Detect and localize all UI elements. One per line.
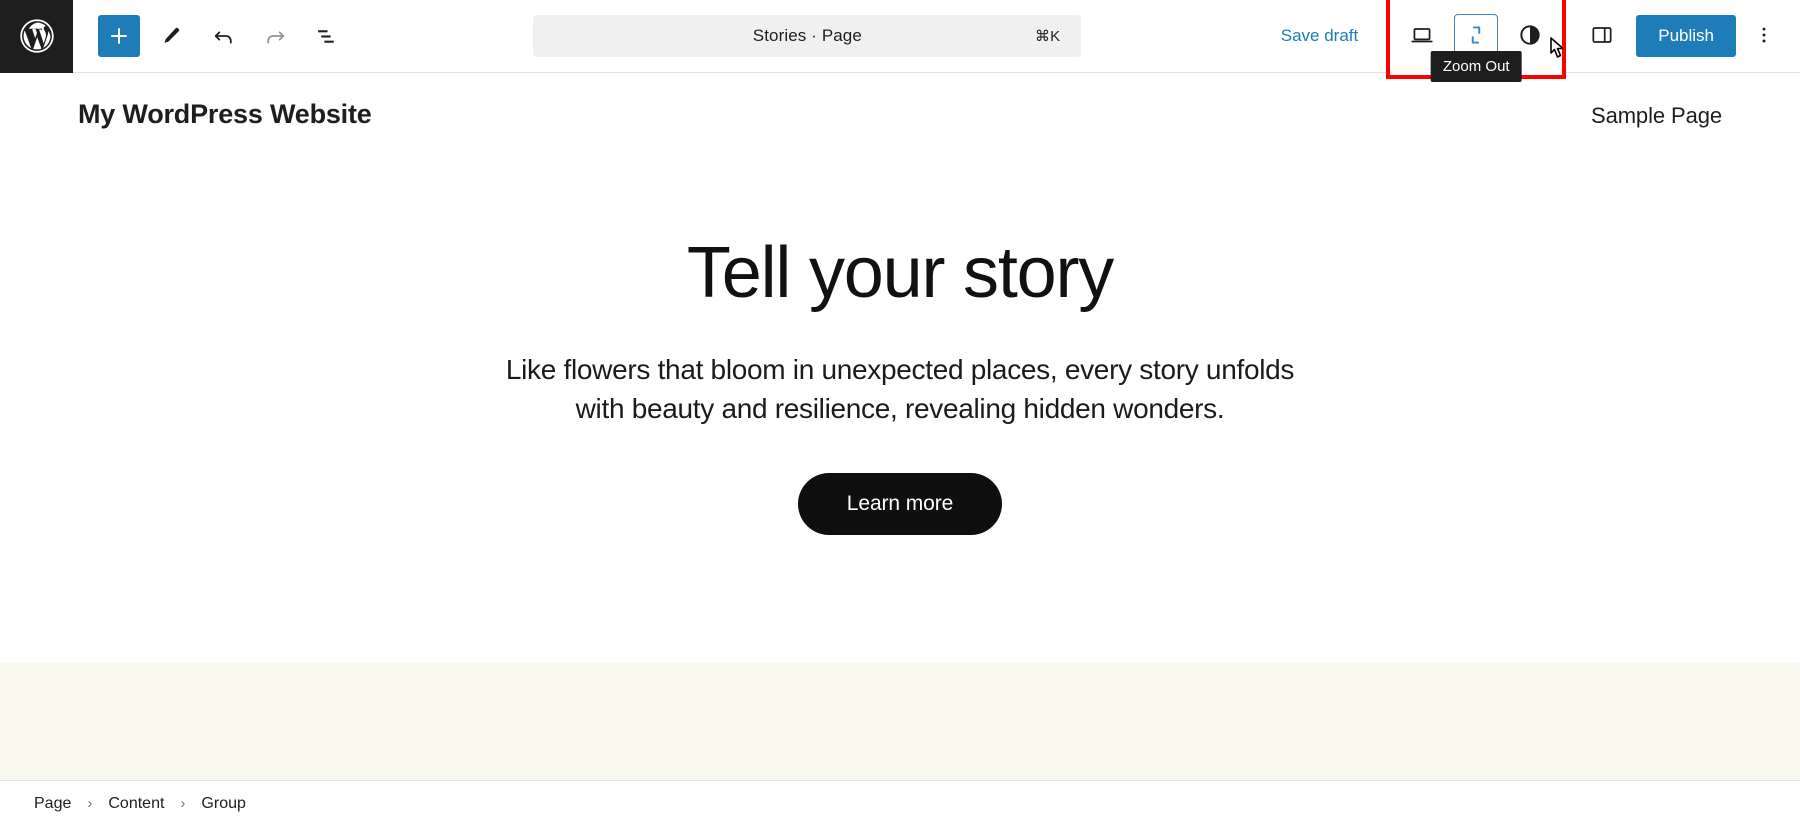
site-header: My WordPress Website Sample Page [0,73,1800,130]
breadcrumb-item-page[interactable]: Page [28,791,77,817]
breadcrumb-separator: › [87,795,93,812]
page-lower-band [0,663,1800,780]
breadcrumb-item-content[interactable]: Content [102,791,170,817]
list-view-icon [315,24,340,49]
breadcrumb-item-group[interactable]: Group [195,791,251,817]
breadcrumb-separator: › [180,795,186,812]
hero-section: Tell your story Like flowers that bloom … [0,235,1800,536]
laptop-icon [1409,22,1435,51]
redo-button[interactable] [254,15,296,57]
plus-icon [107,24,131,48]
hero-paragraph[interactable]: Like flowers that bloom in unexpected pl… [500,350,1300,430]
edit-mode-button[interactable] [150,15,192,57]
view-controls-group [1400,14,1552,58]
pencil-icon [159,24,183,48]
redo-arrow-icon [263,24,288,49]
site-title: My WordPress Website [78,99,372,129]
block-breadcrumb: Page › Content › Group [0,780,1800,826]
editor-root: Stories · Page ⌘K Save draft Zoom Out Pu… [0,0,1800,826]
view-controls-highlight-box: Zoom Out [1386,0,1567,82]
editor-top-bar: Stories · Page ⌘K Save draft Zoom Out Pu… [0,0,1800,82]
styles-button[interactable] [1508,14,1552,58]
contrast-circle-icon [1517,22,1543,51]
sidebar-panel-icon [1589,22,1615,51]
publish-button[interactable]: Publish [1636,15,1736,57]
editor-canvas: My WordPress Website Sample Page Tell yo… [0,73,1800,780]
undo-button[interactable] [202,15,244,57]
options-kebab-button[interactable] [1744,15,1784,57]
undo-arrow-icon [211,24,236,49]
command-bar-shortcut: ⌘K [1034,28,1061,45]
command-bar-title: Stories · Page [752,26,862,45]
nav-item-sample-page[interactable]: Sample Page [1591,103,1722,129]
hero-heading[interactable]: Tell your story [40,235,1760,312]
wordpress-logo-button[interactable] [0,0,73,73]
add-block-button[interactable] [98,15,140,57]
zoom-out-icon [1463,22,1489,51]
learn-more-button[interactable]: Learn more [797,473,1003,536]
command-bar[interactable]: Stories · Page ⌘K [533,15,1082,57]
command-bar-wrapper: Stories · Page ⌘K [348,15,1267,57]
zoom-out-button[interactable] [1454,14,1499,58]
preview-device-button[interactable] [1400,14,1444,58]
settings-sidebar-button[interactable] [1580,14,1624,58]
wordpress-logo-icon [17,16,57,56]
toolbar-left-group [73,15,348,57]
save-draft-button[interactable]: Save draft [1267,18,1373,54]
document-overview-button[interactable] [306,15,348,57]
three-dots-vertical-icon [1753,24,1775,49]
toolbar-right-group: Save draft Zoom Out Publish [1267,0,1800,82]
